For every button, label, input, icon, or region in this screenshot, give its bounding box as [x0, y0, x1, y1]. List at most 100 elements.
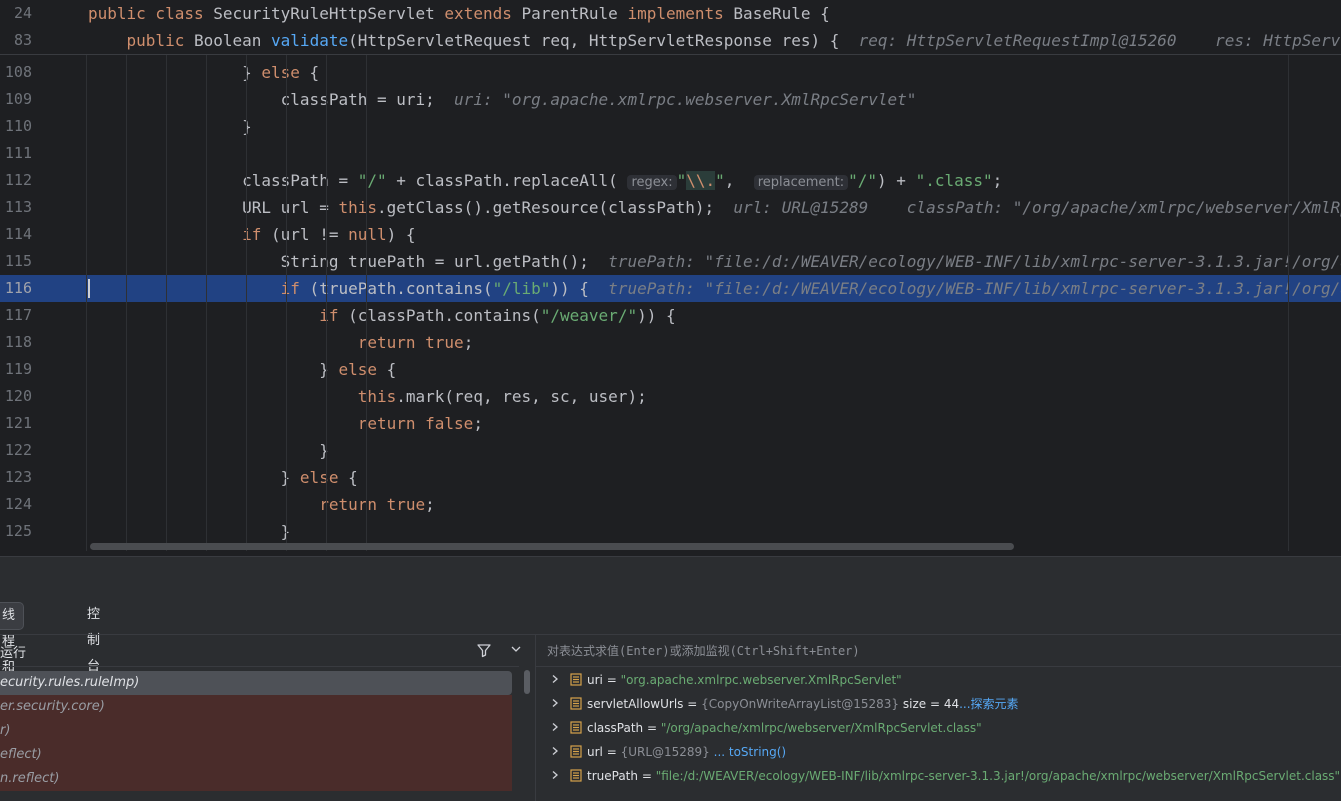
- code-line[interactable]: 124 return true;: [0, 491, 1341, 518]
- expand-arrow-icon[interactable]: [550, 674, 560, 684]
- line-number[interactable]: 108: [0, 59, 32, 86]
- code-token: this: [338, 198, 377, 217]
- code-line[interactable]: 109 classPath = uri; uri: "org.apache.xm…: [0, 86, 1341, 113]
- code-text[interactable]: if (classPath.contains("/weaver/")) {: [88, 302, 675, 329]
- code-text[interactable]: String truePath = url.getPath(); truePat…: [88, 248, 1341, 275]
- code-line[interactable]: 110 }: [0, 113, 1341, 140]
- code-line[interactable]: 125 }: [0, 518, 1341, 545]
- filter-icon[interactable]: [476, 642, 492, 658]
- frames-scrollbar[interactable]: [524, 670, 530, 694]
- code-line[interactable]: 121 return false;: [0, 410, 1341, 437]
- code-text[interactable]: } else {: [88, 356, 396, 383]
- expand-arrow-icon[interactable]: [550, 746, 560, 756]
- line-number[interactable]: 111: [0, 140, 32, 167]
- stack-frame[interactable]: er.security.core): [0, 695, 512, 719]
- code-token: truePath: "file:/d:/WEAVER/ecology/WEB-I…: [608, 279, 1341, 298]
- stack-frame[interactable]: n.reflect): [0, 767, 512, 791]
- code-token: ;: [463, 333, 474, 352]
- indent-guide: [126, 55, 127, 551]
- line-number[interactable]: 116: [0, 275, 32, 302]
- code-line[interactable]: 120 this.mark(req, res, sc, user);: [0, 383, 1341, 410]
- tab-console[interactable]: 控制台: [85, 602, 108, 674]
- code-token: }: [88, 117, 252, 136]
- code-line[interactable]: 123 } else {: [0, 464, 1341, 491]
- line-number[interactable]: 110: [0, 113, 32, 140]
- code-token: return true: [319, 495, 426, 514]
- stack-frame[interactable]: r): [0, 719, 512, 743]
- code-text[interactable]: URL url = this.getClass().getResource(cl…: [88, 194, 1341, 221]
- code-text[interactable]: public Boolean validate(HttpServletReque…: [88, 27, 1341, 54]
- variable-equals: =: [683, 697, 702, 711]
- line-number[interactable]: 123: [0, 464, 32, 491]
- code-text[interactable]: } else {: [88, 464, 358, 491]
- code-token: ) {: [386, 225, 416, 244]
- code-token: }: [88, 441, 329, 460]
- variable-row[interactable]: servletAllowUrls = {CopyOnWriteArrayList…: [536, 692, 1341, 716]
- expand-arrow-icon[interactable]: [550, 698, 560, 708]
- line-number[interactable]: 122: [0, 437, 32, 464]
- line-number[interactable]: 117: [0, 302, 32, 329]
- code-line[interactable]: 122 }: [0, 437, 1341, 464]
- variable-link[interactable]: ...探索元素: [959, 697, 1018, 711]
- line-number[interactable]: 121: [0, 410, 32, 437]
- line-number[interactable]: 114: [0, 221, 32, 248]
- stack-frame[interactable]: eflect): [0, 743, 512, 767]
- line-number[interactable]: 115: [0, 248, 32, 275]
- code-line[interactable]: 113 URL url = this.getClass().getResourc…: [0, 194, 1341, 221]
- code-token: "/": [848, 171, 878, 190]
- code-text[interactable]: this.mark(req, res, sc, user);: [88, 383, 647, 410]
- variable-row[interactable]: uri = "org.apache.xmlrpc.webserver.XmlRp…: [536, 668, 1341, 692]
- code-line[interactable]: 112 classPath = "/" + classPath.replaceA…: [0, 167, 1341, 194]
- code-line[interactable]: 117 if (classPath.contains("/weaver/")) …: [0, 302, 1341, 329]
- code-text[interactable]: }: [88, 113, 252, 140]
- variable-link[interactable]: ... toString(): [710, 745, 786, 759]
- code-token: if: [280, 279, 300, 298]
- line-number[interactable]: 124: [0, 491, 32, 518]
- code-line[interactable]: 115 String truePath = url.getPath(); tru…: [0, 248, 1341, 275]
- code-token: (HttpServletRequest req, HttpServletResp…: [348, 31, 859, 50]
- code-line[interactable]: 108 } else {: [0, 59, 1341, 86]
- code-line[interactable]: 119 } else {: [0, 356, 1341, 383]
- code-text[interactable]: public class SecurityRuleHttpServlet ext…: [88, 0, 830, 27]
- code-token: ParentRule: [521, 4, 628, 23]
- code-text[interactable]: return true;: [88, 329, 474, 356]
- variable-row[interactable]: truePath = "file:/d:/WEAVER/ecology/WEB-…: [536, 764, 1341, 788]
- tab-threads-variables[interactable]: 线程和变量: [0, 602, 25, 727]
- code-editor[interactable]: 24 public class SecurityRuleHttpServlet e…: [0, 0, 1341, 556]
- field-icon: [570, 745, 582, 758]
- code-text[interactable]: classPath = uri; uri: "org.apache.xmlrpc…: [88, 86, 917, 113]
- variable-row[interactable]: classPath = "/org/apache/xmlrpc/webserve…: [536, 716, 1341, 740]
- editor-horizontal-scrollbar[interactable]: [90, 543, 1014, 550]
- line-number[interactable]: 125: [0, 518, 32, 545]
- line-number[interactable]: 120: [0, 383, 32, 410]
- variable-equals: =: [602, 673, 621, 687]
- code-line[interactable]: 114 if (url != null) {: [0, 221, 1341, 248]
- code-text[interactable]: } else {: [88, 59, 319, 86]
- expand-arrow-icon[interactable]: [550, 722, 560, 732]
- line-number[interactable]: 109: [0, 86, 32, 113]
- code-token: validate: [271, 31, 349, 50]
- line-number[interactable]: 113: [0, 194, 32, 221]
- line-number[interactable]: 112: [0, 167, 32, 194]
- code-token: ;: [425, 495, 435, 514]
- current-execution-line[interactable]: 116 if (truePath.contains("/lib")) { tru…: [0, 275, 1341, 302]
- chevron-down-icon[interactable]: [510, 643, 522, 655]
- code-line[interactable]: 111: [0, 140, 1341, 167]
- code-text[interactable]: }: [88, 437, 329, 464]
- evaluate-expression-input[interactable]: [545, 635, 1329, 667]
- code-text[interactable]: }: [88, 518, 291, 545]
- code-text[interactable]: return true;: [88, 491, 435, 518]
- code-text[interactable]: classPath = "/" + classPath.replaceAll( …: [88, 167, 1002, 196]
- code-token: {: [376, 360, 397, 379]
- stack-frame[interactable]: ecurity.rules.ruleImp): [0, 671, 512, 695]
- code-line[interactable]: 118 return true;: [0, 329, 1341, 356]
- code-token: + classPath.replaceAll(: [386, 171, 628, 190]
- line-number[interactable]: 118: [0, 329, 32, 356]
- code-token: ) +: [877, 171, 916, 190]
- variable-row[interactable]: url = {URL@15289} ... toString(): [536, 740, 1341, 764]
- line-number[interactable]: 119: [0, 356, 32, 383]
- code-token: else: [299, 468, 339, 487]
- expand-arrow-icon[interactable]: [550, 770, 560, 780]
- code-text[interactable]: if (truePath.contains("/lib")) { truePat…: [88, 275, 1341, 302]
